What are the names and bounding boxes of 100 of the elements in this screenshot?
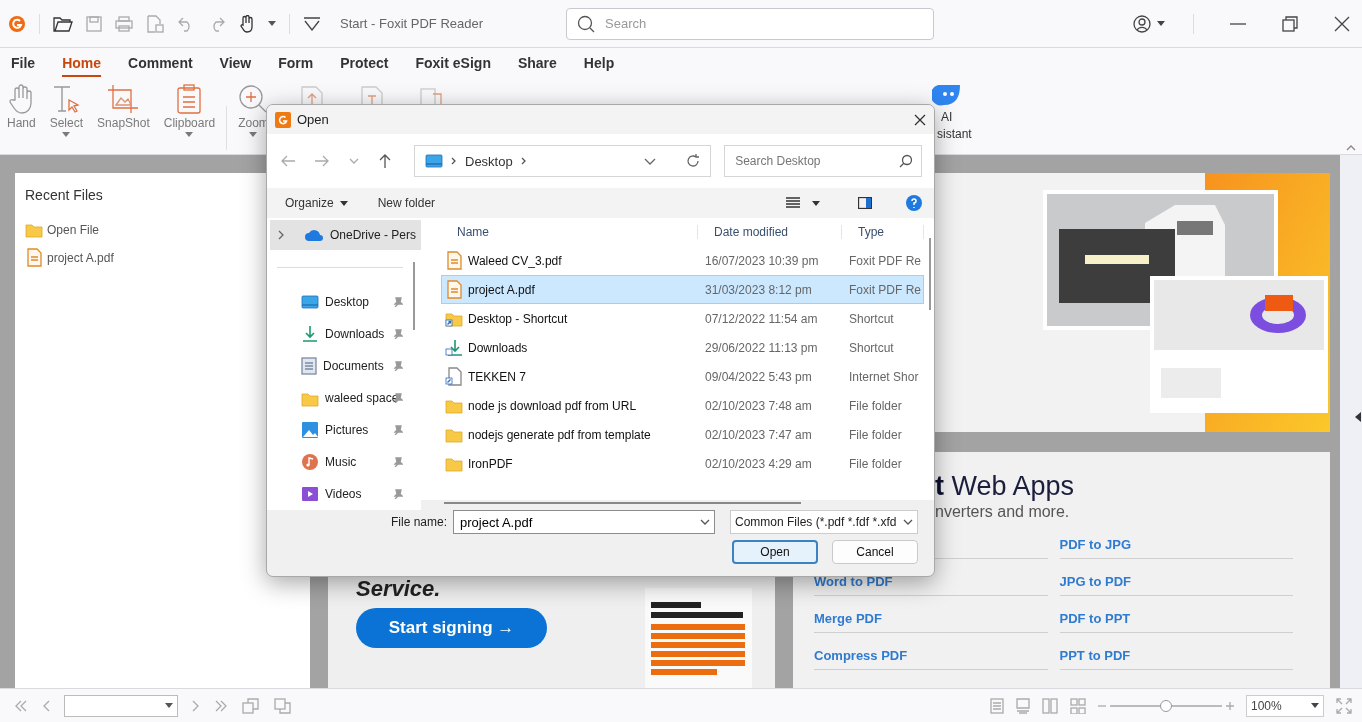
nav-pane-item[interactable]: Downloads [267, 318, 407, 350]
file-row[interactable]: Desktop - Shortcut 07/12/2022 11:54 am Shortcut [441, 304, 924, 333]
customize-icon[interactable] [303, 16, 321, 31]
ribbon-tool[interactable]: Select [42, 78, 91, 154]
dropdown-chevron-icon[interactable] [644, 157, 657, 165]
file-row[interactable]: TEKKEN 7 09/04/2022 5:43 pm Internet Shor [441, 362, 924, 391]
nav-pane-item[interactable]: OneDrive - Pers [270, 220, 421, 250]
tool-link[interactable]: JPG to PDF [1059, 574, 1131, 589]
recent-file-item[interactable]: project A.pdf [25, 248, 300, 267]
tool-link[interactable]: PDF to PPT [1059, 611, 1131, 626]
recent-locations-icon[interactable] [349, 158, 359, 164]
collapse-icon[interactable] [1346, 145, 1356, 151]
file-name-combo-box[interactable]: project A.pdf [453, 510, 715, 534]
chat-bubble-icon[interactable] [932, 84, 962, 106]
next-view-icon[interactable] [274, 697, 292, 714]
zoom-out-icon[interactable] [1098, 704, 1106, 707]
menu-tab[interactable]: Foxit eSign [415, 49, 491, 77]
new-folder-button[interactable]: New folder [377, 196, 436, 210]
tool-link[interactable]: PPT to PDF [1059, 648, 1131, 663]
search-box[interactable]: Search Desktop [724, 145, 922, 177]
minimize-icon[interactable] [1230, 22, 1246, 25]
continuous-page-icon[interactable] [1016, 697, 1030, 714]
menu-tab[interactable]: Comment [128, 49, 193, 77]
ribbon-tool[interactable]: SnapShot [90, 78, 157, 154]
zoom-in-icon[interactable] [1226, 701, 1234, 710]
next-page-icon[interactable] [192, 699, 200, 712]
column-header[interactable]: Name [441, 225, 698, 239]
menu-tab[interactable]: Help [583, 49, 615, 77]
previous-view-icon[interactable] [242, 697, 260, 714]
save-icon[interactable] [86, 15, 102, 32]
first-page-icon[interactable] [14, 699, 28, 712]
column-header[interactable]: Type [842, 225, 924, 239]
file-row[interactable]: Waleed CV_3.pdf 16/07/2023 10:39 pm Foxit PDF Re [441, 246, 924, 275]
menu-tab[interactable]: File [11, 49, 36, 77]
dialog-button[interactable]: Open [732, 540, 818, 564]
file-row[interactable]: nodejs generate pdf from template 02/10/2023 7:47 am File folder [441, 420, 924, 449]
menu-tab[interactable]: Protect [340, 49, 389, 77]
account-icon[interactable] [1133, 14, 1151, 33]
tool-link[interactable]: Compress PDF [814, 648, 908, 663]
hand-icon[interactable] [239, 14, 255, 33]
restore-icon[interactable] [1282, 15, 1298, 32]
nav-pane-item[interactable]: Desktop [267, 286, 407, 318]
search-field[interactable]: Search [603, 15, 923, 32]
refresh-icon[interactable] [686, 154, 701, 168]
caret-icon[interactable] [812, 200, 820, 206]
up-icon[interactable] [379, 154, 391, 168]
back-icon[interactable] [281, 155, 295, 167]
file-type-dropdown[interactable]: Common Files (*.pdf *.fdf *.xfd [730, 510, 918, 534]
tool-link[interactable]: Merge PDF [814, 611, 882, 626]
menu-tab[interactable]: View [219, 49, 252, 77]
ai-assistant-label[interactable]: AI [932, 110, 953, 124]
preview-pane-icon[interactable] [858, 197, 872, 209]
search-box[interactable]: Search [566, 7, 934, 40]
nav-pane-item[interactable]: Pictures [267, 414, 407, 446]
expand-chevron-icon[interactable] [278, 230, 284, 240]
expand-panel-icon[interactable] [1355, 411, 1361, 422]
file-row[interactable]: IronPDF 02/10/2023 4:29 am File folder [441, 449, 924, 478]
caret-icon[interactable] [1311, 703, 1319, 708]
snapshot-icon[interactable] [107, 84, 140, 114]
open-folder-icon[interactable] [53, 15, 73, 32]
facing-pages-icon[interactable] [1042, 697, 1058, 714]
nav-pane-item[interactable]: Videos [267, 478, 407, 510]
zoom-combo-box[interactable]: 100% [1246, 694, 1324, 717]
text-cursor-icon[interactable] [51, 84, 82, 114]
slider-thumb[interactable] [1160, 699, 1172, 712]
caret-icon[interactable] [339, 200, 348, 206]
file-row[interactable]: node js download pdf from URL 02/10/2023 7:48 am File folder [441, 391, 924, 420]
continuous-facing-icon[interactable] [1070, 697, 1086, 714]
organize-menu[interactable]: Organize [285, 196, 348, 210]
clipboard-icon[interactable] [176, 84, 203, 114]
menu-tab[interactable]: Form [278, 49, 314, 77]
ribbon-tool[interactable]: Hand [0, 78, 43, 154]
menu-tab[interactable]: Home [62, 49, 102, 77]
forward-icon[interactable] [315, 155, 329, 167]
column-header[interactable]: Date modified [698, 225, 842, 239]
dialog-button[interactable]: Cancel [832, 540, 918, 564]
close-icon[interactable] [914, 113, 926, 126]
address-bar[interactable]: Desktop [414, 145, 712, 177]
caret-icon[interactable] [268, 21, 276, 26]
document-icon[interactable] [146, 14, 164, 33]
zoom-icon[interactable] [238, 84, 269, 114]
tool-link[interactable]: PDF to JPG [1059, 537, 1131, 552]
caret-icon[interactable] [165, 703, 173, 708]
fullscreen-icon[interactable] [1336, 697, 1352, 714]
ribbon-tool[interactable]: Clipboard [156, 78, 223, 154]
page-number-field[interactable] [64, 694, 178, 717]
menu-tab[interactable]: Share [517, 49, 557, 77]
previous-page-icon[interactable] [42, 699, 50, 712]
close-icon[interactable] [1334, 15, 1350, 32]
app-logo-icon[interactable] [8, 14, 26, 33]
nav-pane-item[interactable]: Music [267, 446, 407, 478]
view-list-icon[interactable] [786, 197, 800, 209]
caret-icon[interactable] [1157, 21, 1165, 26]
single-page-icon[interactable] [990, 697, 1004, 714]
ai-assistant-label[interactable]: sistant [932, 127, 972, 141]
start-signing-button[interactable]: Start signing → [356, 608, 547, 648]
nav-pane-item[interactable]: Documents [267, 350, 407, 382]
file-row[interactable]: Downloads 29/06/2022 11:13 pm Shortcut [441, 333, 924, 362]
print-icon[interactable] [115, 15, 133, 32]
help-icon[interactable] [906, 195, 922, 211]
